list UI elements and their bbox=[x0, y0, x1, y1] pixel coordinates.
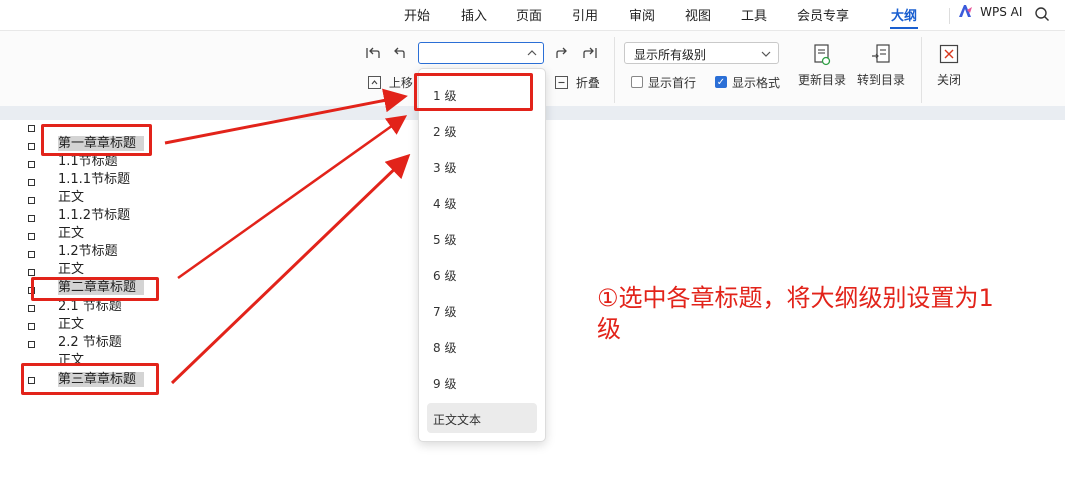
outline-line[interactable]: 2.2 节标题 bbox=[58, 334, 122, 352]
wps-ai-icon bbox=[959, 5, 972, 17]
outline-level-dropdown: 1 级 2 级 3 级 4 级 5 级 6 级 7 级 8 级 9 级 正文文本 bbox=[418, 68, 546, 442]
wps-ai-label: WPS AI bbox=[980, 5, 1023, 19]
outline-bullet[interactable] bbox=[28, 305, 35, 312]
close-icon bbox=[939, 44, 959, 64]
outline-line[interactable]: 正文 bbox=[58, 225, 84, 243]
show-first-line-checkbox[interactable] bbox=[631, 76, 643, 88]
promote-to-top-icon[interactable] bbox=[365, 46, 381, 60]
outline-bullet[interactable] bbox=[28, 179, 35, 186]
level-option-2[interactable]: 2 级 bbox=[433, 123, 456, 140]
outline-bullet[interactable] bbox=[28, 197, 35, 204]
chevron-down-icon bbox=[761, 51, 771, 57]
outline-line[interactable]: 1.1.1节标题 bbox=[58, 171, 130, 189]
outline-bullet[interactable] bbox=[28, 233, 35, 240]
outline-line[interactable]: 1.1.2节标题 bbox=[58, 207, 130, 225]
outline-bullet[interactable] bbox=[28, 143, 35, 150]
outline-line[interactable]: 正文 bbox=[58, 189, 84, 207]
outline-bullet[interactable] bbox=[28, 341, 35, 348]
promote-icon[interactable] bbox=[392, 46, 406, 60]
search-icon[interactable] bbox=[1034, 6, 1050, 22]
outline-bullet[interactable] bbox=[28, 125, 35, 132]
goto-toc-icon bbox=[872, 44, 890, 63]
menu-tab-home[interactable]: 开始 bbox=[404, 5, 430, 24]
menu-tab-outline[interactable]: 大纲 bbox=[891, 5, 917, 24]
ribbon-menu-bar: 开始 插入 页面 引用 审阅 视图 工具 会员专享 大纲 WPS AI bbox=[0, 0, 1065, 31]
demote-to-body-icon[interactable] bbox=[582, 46, 598, 60]
menu-tab-page[interactable]: 页面 bbox=[516, 5, 542, 24]
minus-square-icon bbox=[555, 76, 568, 89]
menu-tab-review[interactable]: 审阅 bbox=[629, 5, 655, 24]
update-toc-button[interactable]: 更新目录 bbox=[796, 44, 848, 88]
collapse-label: 折叠 bbox=[575, 76, 600, 90]
show-level-value: 显示所有级别 bbox=[634, 48, 707, 62]
outline-bullet[interactable] bbox=[28, 323, 35, 330]
show-first-line-label: 显示首行 bbox=[648, 76, 697, 90]
show-format-label: 显示格式 bbox=[732, 76, 781, 90]
menu-divider bbox=[949, 8, 950, 24]
level-option-4[interactable]: 4 级 bbox=[433, 195, 456, 212]
menu-tab-insert[interactable]: 插入 bbox=[461, 5, 487, 24]
annotation-instruction: ①选中各章标题，将大纲级别设置为1级 bbox=[597, 284, 994, 343]
chapter-1-highlight-box bbox=[41, 124, 152, 156]
outline-line[interactable]: 正文 bbox=[58, 316, 84, 334]
level-option-5[interactable]: 5 级 bbox=[433, 231, 456, 248]
move-up-label: 上移 bbox=[388, 76, 413, 90]
outline-level-select[interactable] bbox=[418, 42, 544, 64]
menu-tab-references[interactable]: 引用 bbox=[572, 5, 598, 24]
update-toc-icon bbox=[814, 44, 831, 66]
demote-icon[interactable] bbox=[555, 46, 569, 60]
level-option-6[interactable]: 6 级 bbox=[433, 267, 456, 284]
outline-bullet[interactable] bbox=[28, 251, 35, 258]
expand-square-icon bbox=[368, 76, 381, 89]
level-1-highlight-box bbox=[414, 73, 533, 111]
outline-bullet[interactable] bbox=[28, 269, 35, 276]
menu-tab-tools[interactable]: 工具 bbox=[741, 5, 767, 24]
menu-tab-view[interactable]: 视图 bbox=[685, 5, 711, 24]
close-outline-button[interactable]: 关闭 bbox=[932, 44, 966, 88]
level-option-8[interactable]: 8 级 bbox=[433, 339, 456, 356]
update-toc-label: 更新目录 bbox=[797, 73, 846, 87]
level-option-9[interactable]: 9 级 bbox=[433, 375, 456, 392]
goto-toc-button[interactable]: 转到目录 bbox=[855, 44, 907, 88]
chapter-3-highlight-box bbox=[21, 363, 159, 395]
active-tab-indicator bbox=[890, 27, 918, 29]
level-option-3[interactable]: 3 级 bbox=[433, 159, 456, 176]
outline-bullet[interactable] bbox=[28, 215, 35, 222]
level-option-body-text[interactable]: 正文文本 bbox=[433, 411, 481, 428]
chevron-up-icon bbox=[527, 50, 537, 56]
show-format-checkbox[interactable]: ✓ bbox=[715, 76, 727, 88]
menu-tab-membership[interactable]: 会员专享 bbox=[797, 5, 849, 24]
outline-bullet[interactable] bbox=[28, 161, 35, 168]
level-option-7[interactable]: 7 级 bbox=[433, 303, 456, 320]
goto-toc-label: 转到目录 bbox=[856, 73, 905, 87]
outline-line[interactable]: 1.2节标题 bbox=[58, 243, 118, 261]
close-label: 关闭 bbox=[936, 73, 961, 87]
toolbar-divider bbox=[921, 37, 922, 103]
collapse-button[interactable]: 折叠 bbox=[555, 74, 600, 91]
wps-ai-button[interactable]: WPS AI bbox=[958, 4, 1022, 20]
show-level-select[interactable]: 显示所有级别 bbox=[624, 42, 779, 64]
chapter-2-highlight-box bbox=[31, 277, 159, 301]
move-up-button[interactable]: 上移 bbox=[368, 74, 413, 91]
toolbar-divider bbox=[614, 37, 615, 103]
